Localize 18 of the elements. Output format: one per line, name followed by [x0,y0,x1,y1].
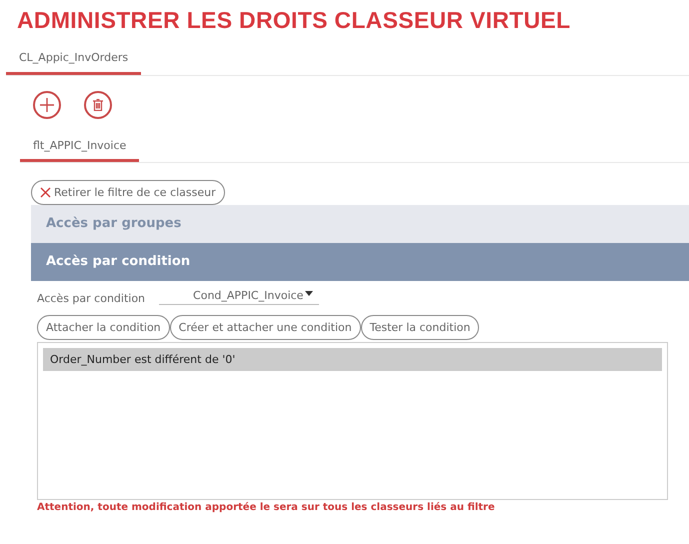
condition-dropdown[interactable]: Cond_APPIC_Invoice [159,289,320,305]
page-title: ADMINISTRER LES DROITS CLASSEUR VIRTUEL [16,6,572,33]
close-icon [40,187,51,198]
action-button[interactable]: Tester la condition [360,315,480,340]
plus-icon [40,98,54,112]
action-button[interactable]: Créer et attacher une condition [170,315,361,340]
delete-button[interactable] [84,91,112,119]
filter-tab[interactable]: flt_APPIC_Invoice [20,131,140,162]
field-label: Accès par condition [37,292,146,305]
warning-text: Attention, toute modification apportée le sera sur tous les classeurs liés au filtre [37,501,496,513]
section-header[interactable]: Accès par condition [31,243,689,281]
condition-item[interactable]: Order_Number est différent de '0' [43,348,662,371]
dropdown-arrow-icon [305,291,314,296]
remove-filter-button[interactable]: Retirer le filtre de ce classeur [31,180,225,205]
trash-icon [93,99,103,111]
workbook-tab[interactable]: CL_Appic_InvOrders [6,46,142,75]
add-button[interactable] [33,91,61,119]
action-button[interactable]: Attacher la condition [37,315,170,340]
